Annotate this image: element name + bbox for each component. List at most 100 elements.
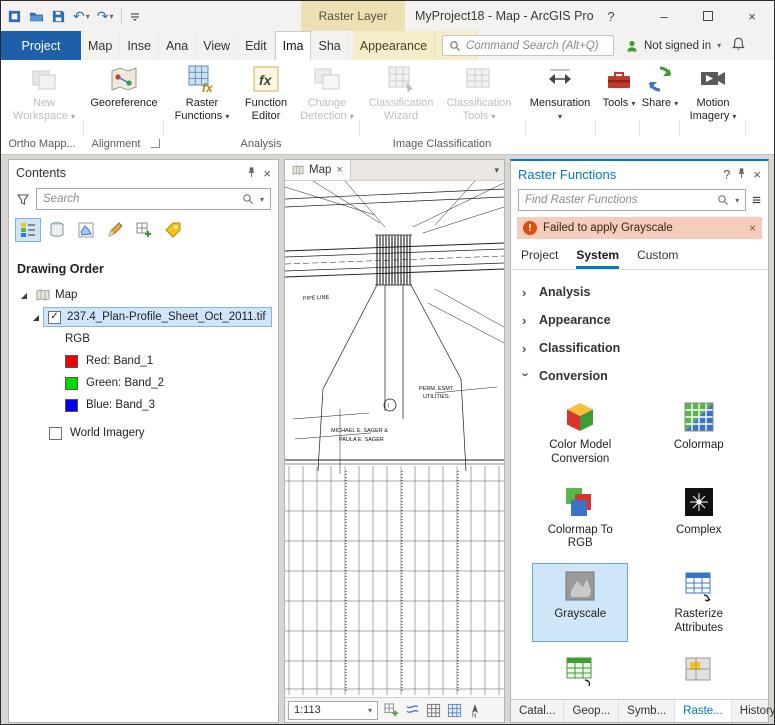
tab-geoprocessing[interactable]: Geop... xyxy=(564,700,619,722)
snapping-toggle-button[interactable] xyxy=(405,703,420,718)
tab-map[interactable]: Map xyxy=(81,31,120,60)
user-icon xyxy=(625,39,639,53)
list-by-drawing-order-button[interactable] xyxy=(15,218,41,242)
pane-menu-icon[interactable]: ≡ xyxy=(752,192,761,209)
maximize-button[interactable] xyxy=(686,1,730,31)
list-by-editing-button[interactable] xyxy=(102,218,128,242)
raster-functions-list[interactable]: › Analysis › Appearance › Classification… xyxy=(511,269,768,699)
tab-appearance[interactable]: Appearance xyxy=(353,31,435,60)
section-appearance[interactable]: › Appearance xyxy=(511,306,768,334)
selected-layer-row[interactable]: ✓ 237.4_Plan-Profile_Sheet_Oct_2011.tif xyxy=(43,307,272,327)
tab-insert[interactable]: Inse xyxy=(120,31,159,60)
tab-symbology[interactable]: Symb... xyxy=(619,700,675,722)
tab-edit[interactable]: Edit xyxy=(238,31,275,60)
list-by-data-source-button[interactable] xyxy=(44,218,70,242)
map-scale-combo[interactable]: 1:113 ▾ xyxy=(288,701,378,720)
notifications-button[interactable] xyxy=(731,36,746,55)
list-by-selection-button[interactable] xyxy=(73,218,99,242)
customize-qat-icon xyxy=(129,10,141,22)
contents-search-input[interactable]: Search ▾ xyxy=(36,188,271,210)
list-by-snapping-button[interactable] xyxy=(131,218,157,242)
tab-raster-functions[interactable]: Raste... xyxy=(675,700,732,722)
map-view-tab[interactable]: Map × xyxy=(285,160,351,180)
filter-icon[interactable] xyxy=(16,192,30,206)
mensuration-button[interactable]: Mensuration ▾ xyxy=(529,62,591,134)
tab-project[interactable]: Project xyxy=(1,31,81,60)
add-feature-button[interactable] xyxy=(384,703,399,718)
pane-help-icon[interactable]: ? xyxy=(723,168,730,181)
expander-icon[interactable]: ◢ xyxy=(29,313,43,322)
motion-imagery-button[interactable]: Motion Imagery ▾ xyxy=(683,62,743,134)
tab-strip-spacer xyxy=(351,160,490,180)
new-project-button[interactable] xyxy=(7,9,22,24)
share-button[interactable]: Share ▾ xyxy=(641,62,679,134)
raster-layer-tree-item[interactable]: ◢ ✓ 237.4_Plan-Profile_Sheet_Oct_2011.ti… xyxy=(9,306,278,328)
new-workspace-button[interactable]: New Workspace ▾ xyxy=(5,62,83,134)
function-item-colormap[interactable]: Colormap xyxy=(651,394,747,473)
tab-rf-system[interactable]: System xyxy=(576,248,619,269)
georeference-button[interactable]: Georeference xyxy=(89,62,159,134)
error-close-icon[interactable]: × xyxy=(749,221,756,235)
world-imagery-checkbox-unchecked[interactable] xyxy=(49,427,62,440)
function-editor-button[interactable]: fx Function Editor xyxy=(237,62,295,134)
ribbon: New Workspace ▾ Georeference fx Raster F… xyxy=(1,60,774,136)
contents-close-icon[interactable]: × xyxy=(263,167,271,180)
pin-icon[interactable] xyxy=(246,166,257,180)
function-item-partial-left[interactable] xyxy=(532,648,628,694)
section-analysis[interactable]: › Analysis xyxy=(511,278,768,306)
layer-checkbox-checked[interactable]: ✓ xyxy=(48,311,61,324)
map-scale-value: 1:113 xyxy=(294,704,367,716)
tools-button[interactable]: Tools ▾ xyxy=(599,62,639,134)
section-conversion[interactable]: › Conversion xyxy=(511,362,768,390)
redo-button[interactable]: ↷ ▾ xyxy=(97,9,114,23)
undo-button[interactable]: ↶ ▾ xyxy=(73,9,90,23)
tab-view[interactable]: View xyxy=(196,31,238,60)
alignment-dialog-launcher[interactable] xyxy=(151,139,160,148)
raster-grid-button[interactable] xyxy=(447,703,462,718)
tab-catalog[interactable]: Catal... xyxy=(511,700,564,722)
world-imagery-tree-item[interactable]: World Imagery xyxy=(9,422,278,444)
world-imagery-label: World Imagery xyxy=(70,427,145,439)
tab-rf-custom[interactable]: Custom xyxy=(637,248,678,269)
pane-close-icon[interactable]: × xyxy=(753,168,761,181)
tab-analysis[interactable]: Ana xyxy=(159,31,196,60)
tab-rf-project[interactable]: Project xyxy=(521,248,558,269)
pin-icon[interactable] xyxy=(736,167,747,181)
classification-tools-button[interactable]: Classification Tools ▾ xyxy=(439,62,519,134)
close-button[interactable]: × xyxy=(730,1,774,31)
map-viewport[interactable]: PIPE LINE I PERM. ESMT. UTILITIES. MICHA… xyxy=(285,181,504,697)
expander-icon[interactable]: ◢ xyxy=(17,291,31,300)
command-search-input[interactable]: Command Search (Alt+Q) xyxy=(442,35,614,56)
function-item-complex[interactable]: Complex xyxy=(651,479,747,558)
complex-icon xyxy=(682,485,716,519)
grid-toggle-button[interactable] xyxy=(426,703,441,718)
list-by-labeling-button[interactable] xyxy=(160,218,186,242)
function-item-partial-right[interactable] xyxy=(651,648,747,694)
find-raster-functions-input[interactable]: Find Raster Functions ▾ xyxy=(518,189,746,211)
map-tab-close-icon[interactable]: × xyxy=(336,164,342,176)
open-project-button[interactable] xyxy=(29,9,44,24)
section-classification[interactable]: › Classification xyxy=(511,334,768,362)
north-compass-icon[interactable]: N xyxy=(468,703,482,718)
error-banner: ! Failed to apply Grayscale × xyxy=(517,217,762,239)
customize-qat-button[interactable] xyxy=(129,10,141,22)
maximize-icon xyxy=(703,11,713,21)
map-tree-item[interactable]: ◢ Map xyxy=(9,284,278,306)
sign-in-status[interactable]: Not signed in ▾ xyxy=(625,35,721,56)
help-button[interactable]: ? xyxy=(594,1,628,31)
search-icon xyxy=(717,194,729,206)
tab-share[interactable]: Sha xyxy=(311,31,348,60)
minimize-button[interactable]: – xyxy=(642,1,686,31)
function-item-rasterize-attributes[interactable]: Rasterize Attributes xyxy=(651,563,747,642)
classification-wizard-button[interactable]: Classification Wizard xyxy=(367,62,435,134)
change-detection-button[interactable]: Change Detection ▾ xyxy=(297,62,357,134)
function-item-grayscale[interactable]: Grayscale xyxy=(532,563,628,642)
tab-list-dropdown-icon[interactable]: ▾ xyxy=(489,160,504,180)
tab-imagery[interactable]: Ima xyxy=(275,31,312,60)
function-item-color-model-conversion[interactable]: Color Model Conversion xyxy=(532,394,628,473)
raster-functions-button[interactable]: fx Raster Functions ▾ xyxy=(169,62,235,134)
chevron-right-icon: › xyxy=(522,313,530,328)
tab-history[interactable]: History xyxy=(732,700,775,722)
function-item-colormap-to-rgb[interactable]: Colormap To RGB xyxy=(532,479,628,558)
save-project-button[interactable] xyxy=(51,9,66,24)
